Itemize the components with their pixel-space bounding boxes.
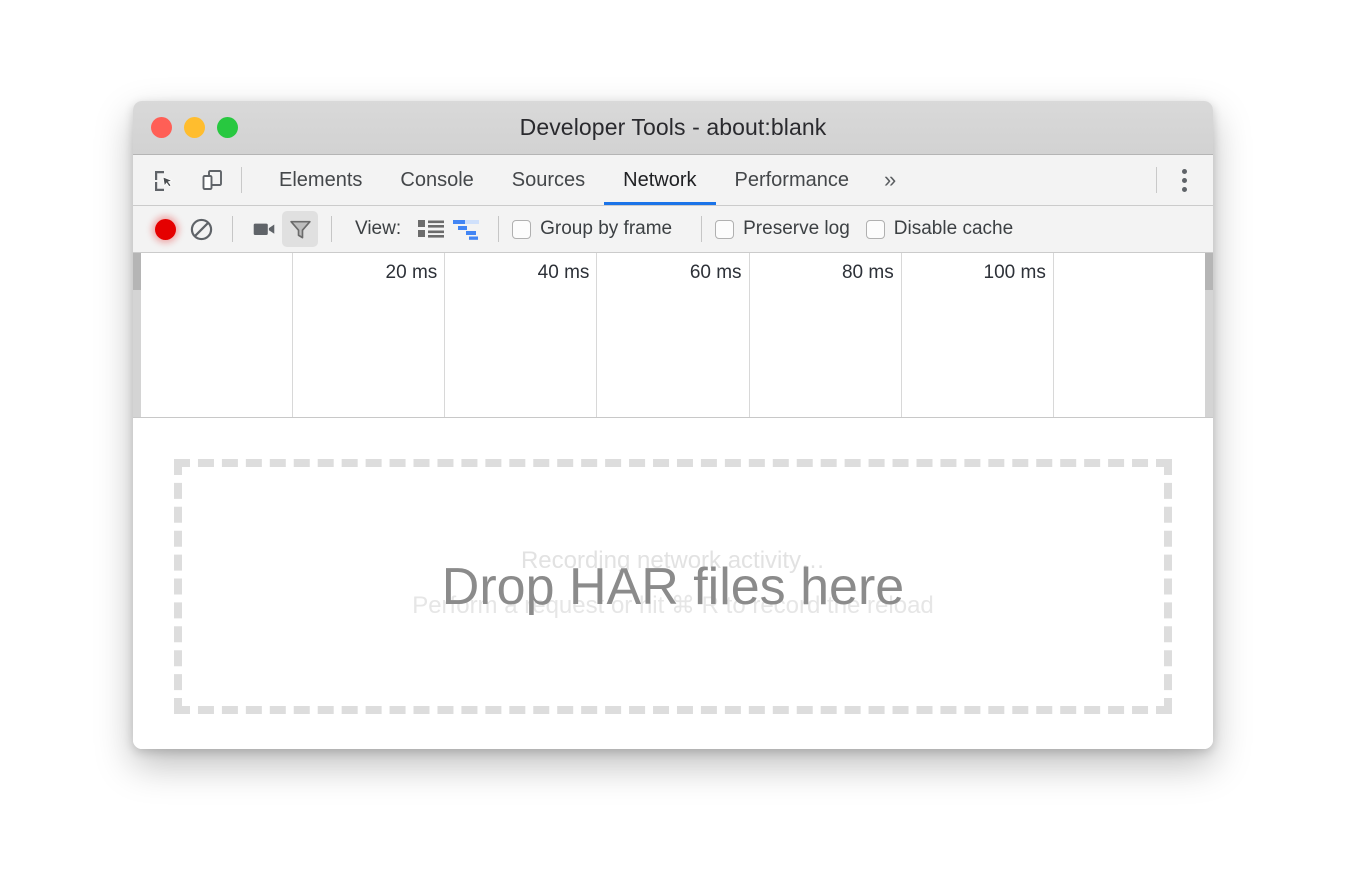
toolbar-divider-4 bbox=[701, 216, 702, 242]
ruler-tick-label: 40 ms bbox=[538, 262, 590, 284]
ruler-cell: 80 ms bbox=[750, 253, 902, 417]
clear-button[interactable] bbox=[183, 211, 219, 247]
tab-network[interactable]: Network bbox=[604, 155, 715, 205]
ruler-cell: 60 ms bbox=[597, 253, 749, 417]
tab-console[interactable]: Console bbox=[381, 155, 492, 205]
device-toolbar-icon[interactable] bbox=[195, 163, 229, 197]
tab-sources[interactable]: Sources bbox=[493, 155, 604, 205]
network-requests-panel[interactable]: Recording network activity… Perform a re… bbox=[133, 418, 1213, 749]
timeline-ruler: 20 ms 40 ms 60 ms 80 ms 100 ms bbox=[141, 253, 1205, 417]
preserve-log-label: Preserve log bbox=[743, 218, 850, 240]
dot-3 bbox=[1182, 187, 1187, 192]
disable-cache-checkbox[interactable]: Disable cache bbox=[866, 218, 1013, 240]
view-list-button[interactable] bbox=[413, 211, 449, 247]
tabbar-divider bbox=[241, 167, 242, 193]
view-waterfall-button[interactable] bbox=[449, 211, 485, 247]
dot-1 bbox=[1182, 169, 1187, 174]
capture-screenshots-button[interactable] bbox=[246, 211, 282, 247]
disable-cache-box[interactable] bbox=[866, 220, 885, 239]
tabbar-right-group bbox=[1144, 155, 1213, 205]
network-overview: 20 ms 40 ms 60 ms 80 ms 100 ms bbox=[133, 253, 1213, 418]
ruler-cell: 100 ms bbox=[902, 253, 1054, 417]
ruler-tick-label: 60 ms bbox=[690, 262, 742, 284]
network-toolbar: View: Group by frame bbox=[133, 206, 1213, 253]
more-options-icon[interactable] bbox=[1169, 163, 1199, 197]
tab-console-label: Console bbox=[400, 169, 473, 192]
ruler-cell: 20 ms bbox=[293, 253, 445, 417]
filter-button[interactable] bbox=[282, 211, 318, 247]
toolbar-divider-1 bbox=[232, 216, 233, 242]
window-titlebar: Developer Tools - about:blank bbox=[133, 101, 1213, 155]
har-dropzone[interactable]: Drop HAR files here bbox=[174, 459, 1172, 714]
ruler-tick-label: 80 ms bbox=[842, 262, 894, 284]
devtools-tabbar: Elements Console Sources Network Perform… bbox=[133, 155, 1213, 206]
record-button[interactable] bbox=[147, 211, 183, 247]
tab-network-label: Network bbox=[623, 169, 696, 192]
toolbar-divider-2 bbox=[331, 216, 332, 242]
overview-left-handle[interactable] bbox=[133, 253, 141, 417]
preserve-log-box[interactable] bbox=[715, 220, 734, 239]
tabbar-tool-icons bbox=[133, 155, 229, 205]
ruler-tick-label: 100 ms bbox=[984, 262, 1046, 284]
toolbar-divider-3 bbox=[498, 216, 499, 242]
tabbar-right-divider bbox=[1156, 167, 1157, 193]
more-tabs-button[interactable]: » bbox=[868, 155, 912, 205]
disable-cache-label: Disable cache bbox=[894, 218, 1013, 240]
more-tabs-label: » bbox=[884, 167, 896, 193]
tab-sources-label: Sources bbox=[512, 169, 585, 192]
tab-performance-label: Performance bbox=[735, 169, 850, 192]
ruler-cell: 40 ms bbox=[445, 253, 597, 417]
group-by-frame-label: Group by frame bbox=[540, 218, 672, 240]
ruler-cell bbox=[1054, 253, 1205, 417]
inspect-element-icon[interactable] bbox=[147, 163, 181, 197]
view-label: View: bbox=[355, 218, 401, 240]
overview-right-handle[interactable] bbox=[1205, 253, 1213, 417]
window-title: Developer Tools - about:blank bbox=[133, 114, 1213, 141]
tab-elements-label: Elements bbox=[279, 169, 362, 192]
devtools-window: Developer Tools - about:blank bbox=[133, 101, 1213, 749]
tab-elements[interactable]: Elements bbox=[260, 155, 381, 205]
drop-har-title: Drop HAR files here bbox=[182, 557, 1164, 617]
preserve-log-checkbox[interactable]: Preserve log bbox=[715, 218, 850, 240]
record-icon bbox=[155, 219, 176, 240]
group-by-frame-checkbox[interactable]: Group by frame bbox=[512, 218, 672, 240]
ruler-cell bbox=[141, 253, 293, 417]
ruler-tick-label: 20 ms bbox=[386, 262, 438, 284]
group-by-frame-box[interactable] bbox=[512, 220, 531, 239]
tab-performance[interactable]: Performance bbox=[716, 155, 869, 205]
devtools-tabs: Elements Console Sources Network Perform… bbox=[260, 155, 912, 205]
dot-2 bbox=[1182, 178, 1187, 183]
